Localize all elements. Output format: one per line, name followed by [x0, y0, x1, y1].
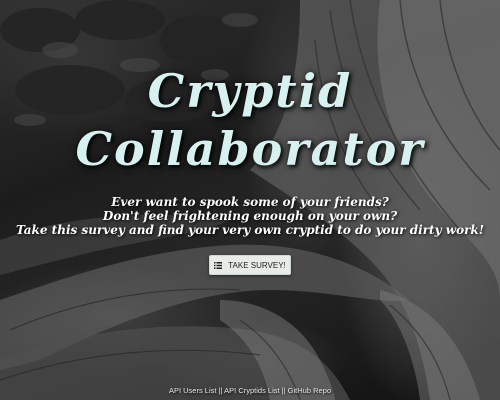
footer-links: API Users List || API Cryptids List || G…	[0, 386, 500, 395]
footer-separator: ||	[281, 386, 286, 395]
app-title: Cryptid Collaborator	[0, 62, 500, 178]
take-survey-button[interactable]: TAKE SURVEY!	[209, 255, 291, 275]
footer-link-api-cryptids[interactable]: API Cryptids List	[224, 386, 279, 395]
tagline-line-1: Ever want to spook some of your friends?	[111, 195, 389, 209]
app-title-line-2: Collaborator	[75, 122, 425, 176]
take-survey-button-label: TAKE SURVEY!	[228, 260, 286, 270]
tagline-line-2: Don't feel frightening enough on your ow…	[102, 209, 398, 223]
app-title-line-1: Cryptid	[147, 64, 353, 118]
landing-page: Cryptid Collaborator Ever want to spook …	[0, 0, 500, 400]
tagline-line-3: Take this survey and find your very own …	[16, 223, 484, 237]
footer-link-api-users[interactable]: API Users List	[169, 386, 217, 395]
footer-separator: ||	[218, 386, 223, 395]
list-icon	[214, 261, 223, 269]
tagline: Ever want to spook some of your friends?…	[0, 195, 500, 237]
footer-link-github-repo[interactable]: GitHub Repo	[288, 386, 331, 395]
